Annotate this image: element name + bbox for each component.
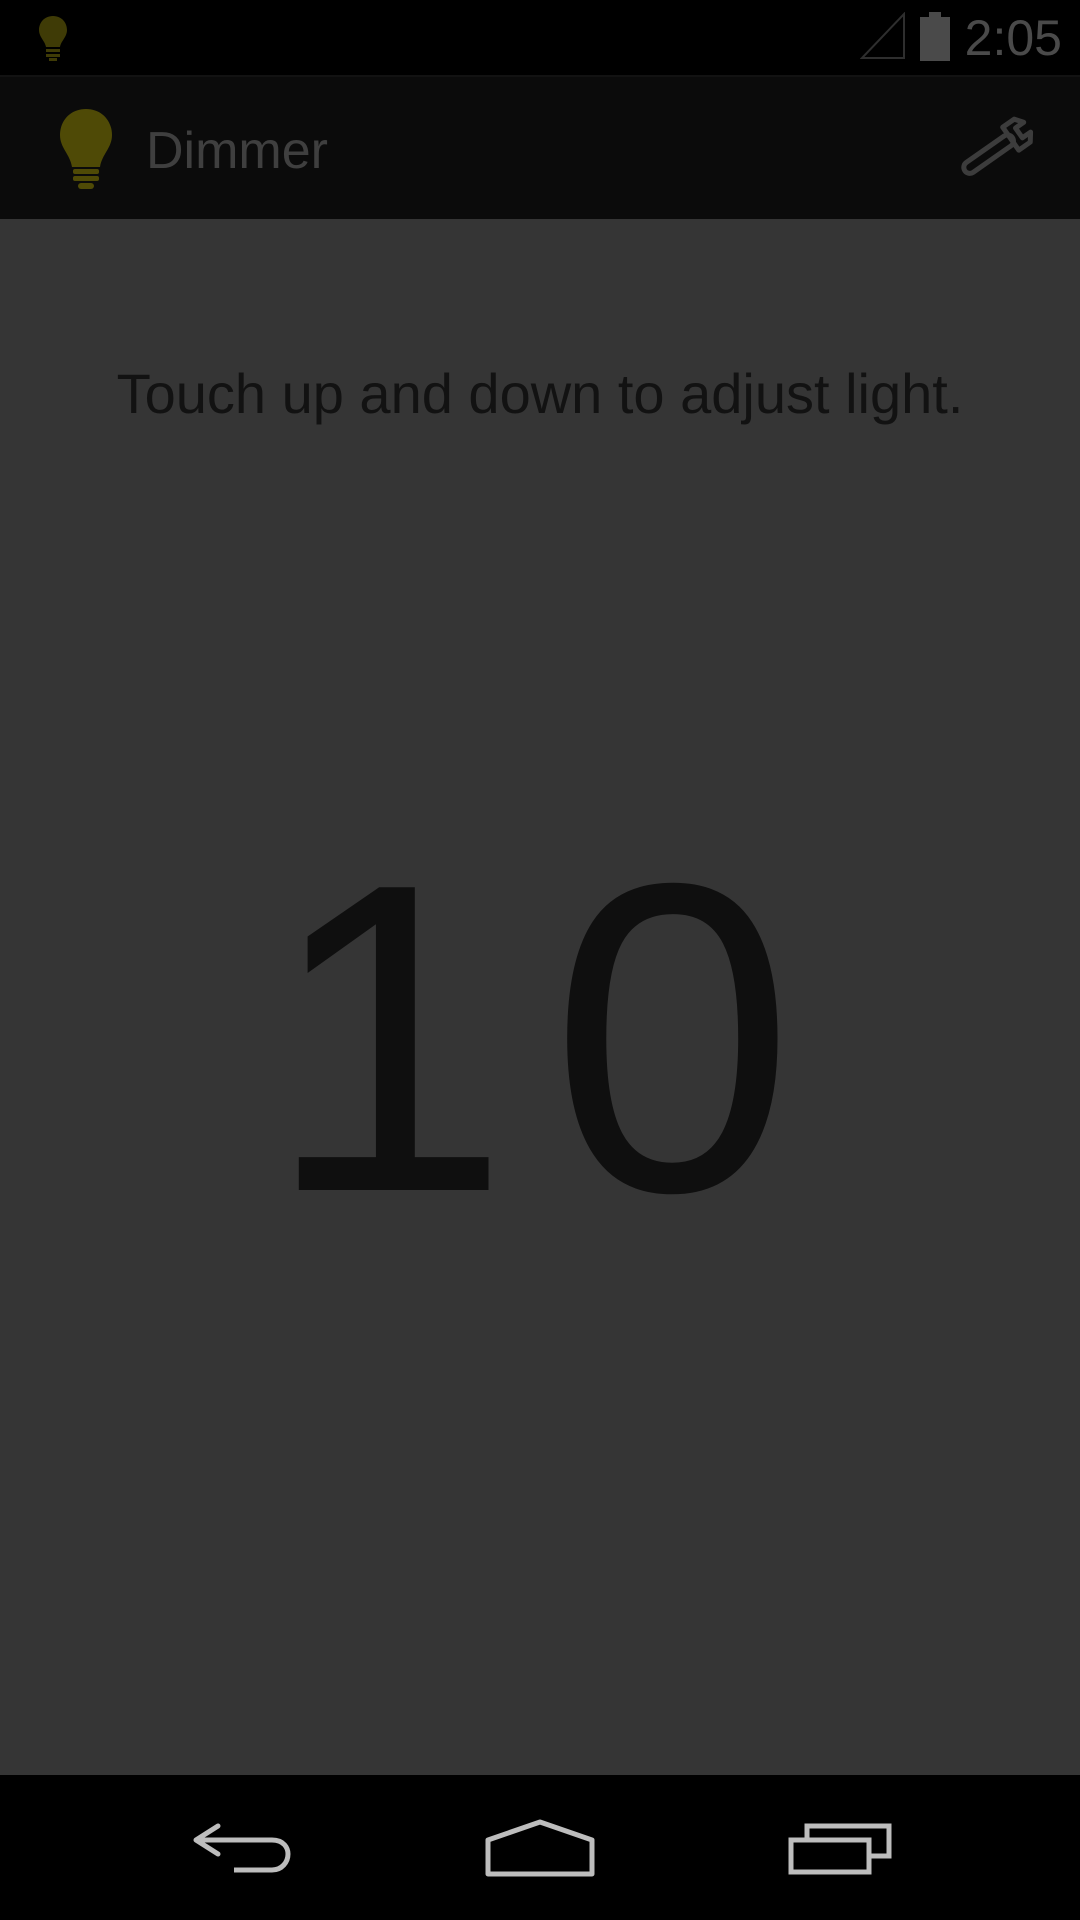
lightbulb-icon [56,107,116,193]
lightbulb-icon [36,14,70,62]
brightness-value: 10 [265,793,835,1284]
action-bar: Dimmer [0,75,1080,219]
back-button[interactable] [140,1775,340,1920]
screen: 2:05 Dimmer Touch up and down to adjust … [0,0,1080,1920]
signal-icon [859,11,906,60]
settings-button[interactable] [940,99,1050,199]
dimmer-touch-area[interactable]: Touch up and down to adjust light. 10 [0,219,1080,1775]
recents-button[interactable] [740,1775,940,1920]
navigation-bar [0,1775,1080,1920]
home-button[interactable] [440,1775,640,1920]
battery-icon [918,12,952,62]
status-bar: 2:05 [0,0,1080,75]
status-clock: 2:05 [964,10,1062,66]
app-title: Dimmer [146,122,328,180]
instructions-text: Touch up and down to adjust light. [116,362,964,425]
